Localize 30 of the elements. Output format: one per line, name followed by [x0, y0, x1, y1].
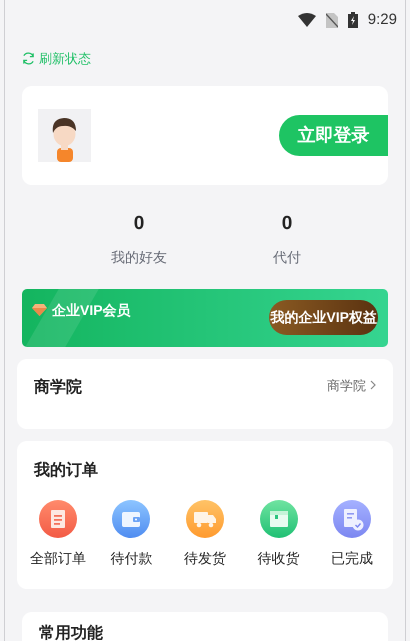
refresh-icon — [22, 52, 35, 66]
stat-value: 0 — [134, 212, 144, 234]
clock: 9:29 — [368, 10, 397, 30]
order-icon — [38, 500, 77, 538]
order-status-item[interactable]: 已完成 — [315, 500, 389, 568]
order-icon — [333, 500, 372, 538]
order-icon — [260, 500, 298, 538]
diamond-icon — [32, 304, 47, 316]
section-title: 常用功能 — [39, 624, 104, 641]
battery-icon — [348, 12, 358, 28]
order-icon — [186, 500, 224, 538]
order-icon — [112, 500, 150, 538]
vip-benefits-button[interactable]: 我的企业VIP权益 — [269, 300, 378, 334]
section-title: 我的订单 — [34, 460, 99, 480]
order-status-item[interactable]: 全部订单 — [21, 500, 95, 568]
vip-title: 企业VIP会员 — [52, 300, 131, 320]
avatar — [38, 108, 91, 162]
stat-item[interactable]: 0 我的好友 — [65, 212, 213, 268]
academy-link[interactable]: 商学院 — [327, 376, 376, 395]
stat-value: 0 — [282, 212, 292, 234]
chevron-icon — [370, 380, 376, 390]
stat-label: 代付 — [273, 248, 301, 266]
wifi-icon — [298, 13, 316, 27]
order-status-item[interactable]: 待发货 — [168, 500, 242, 568]
stat-item[interactable]: 0 代付 — [213, 212, 361, 268]
order-status-item[interactable]: 待收货 — [242, 500, 316, 568]
stat-label: 我的好友 — [111, 248, 167, 266]
no-sim-icon — [326, 12, 338, 28]
section-title: 商学院 — [34, 377, 82, 398]
order-status-item[interactable]: 待付款 — [94, 500, 168, 568]
